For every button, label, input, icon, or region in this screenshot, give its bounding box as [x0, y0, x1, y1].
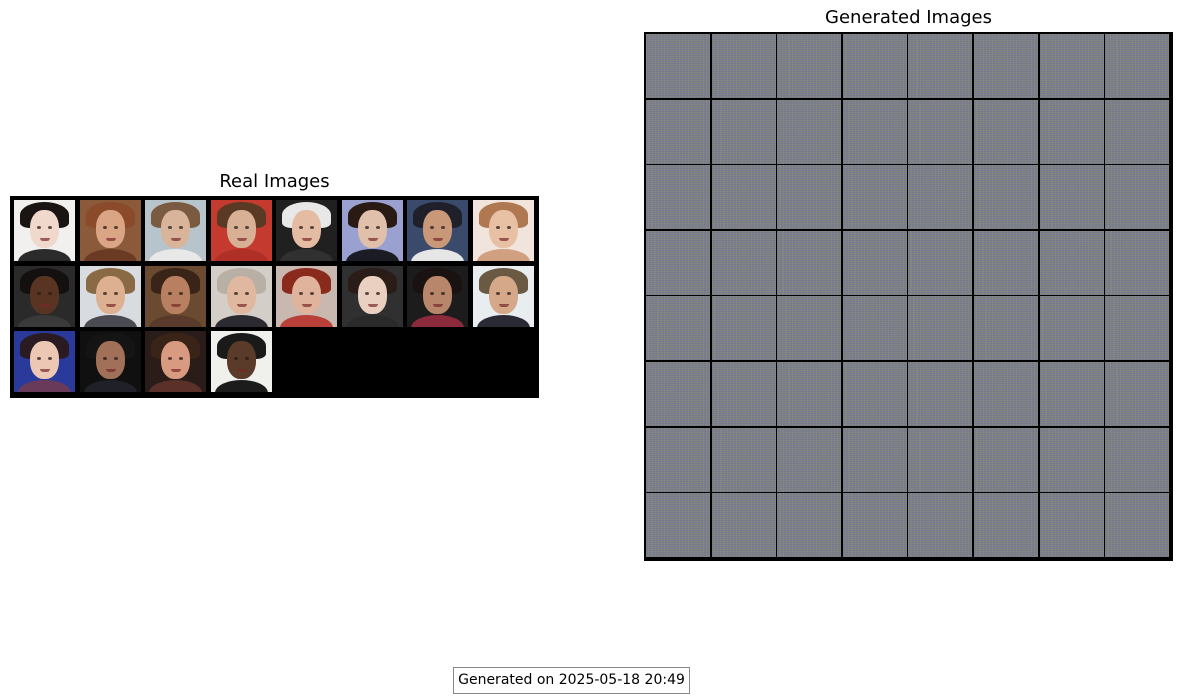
generated-noise-tile [908, 428, 972, 492]
generated-noise-tile [843, 362, 907, 426]
generated-noise-tile [646, 100, 710, 164]
generated-noise-tile [908, 165, 972, 229]
generated-noise-tile [1040, 100, 1104, 164]
generated-noise-tile [712, 34, 776, 98]
real-face-thumbnail [407, 200, 468, 261]
generated-images-title: Generated Images [825, 7, 992, 28]
real-face-thumbnail [14, 331, 75, 392]
generated-noise-tile [843, 231, 907, 295]
generated-noise-tile [908, 296, 972, 360]
generated-images-grid [644, 32, 1173, 561]
real-face-thumbnail [211, 200, 272, 261]
generated-noise-tile [843, 165, 907, 229]
generated-noise-tile [646, 231, 710, 295]
real-face-thumbnail [211, 266, 272, 327]
generated-noise-tile [974, 428, 1038, 492]
generated-noise-tile [777, 362, 841, 426]
generated-noise-tile [646, 493, 710, 557]
generated-noise-tile [712, 296, 776, 360]
real-face-thumbnail [145, 266, 206, 327]
generated-noise-tile [974, 34, 1038, 98]
generated-noise-tile [1105, 428, 1169, 492]
generated-noise-tile [1105, 100, 1169, 164]
real-face-thumbnail [342, 266, 403, 327]
generated-noise-tile [1040, 231, 1104, 295]
generated-noise-tile [843, 428, 907, 492]
generated-noise-tile [843, 34, 907, 98]
real-face-thumbnail [211, 331, 272, 392]
generated-noise-tile [974, 362, 1038, 426]
generated-noise-tile [777, 493, 841, 557]
generated-noise-tile [974, 493, 1038, 557]
generated-noise-tile [777, 165, 841, 229]
generated-noise-tile [974, 100, 1038, 164]
generated-noise-tile [646, 362, 710, 426]
generated-noise-tile [777, 296, 841, 360]
generated-noise-tile [646, 428, 710, 492]
generated-noise-tile [908, 100, 972, 164]
generated-noise-tile [1040, 493, 1104, 557]
generated-noise-tile [974, 165, 1038, 229]
generated-noise-tile [646, 165, 710, 229]
generated-noise-tile [712, 231, 776, 295]
generated-noise-tile [1105, 296, 1169, 360]
generated-noise-tile [712, 100, 776, 164]
real-face-thumbnail [145, 200, 206, 261]
real-face-thumbnail [80, 266, 141, 327]
generated-noise-tile [843, 493, 907, 557]
generated-noise-tile [712, 493, 776, 557]
generated-noise-tile [1105, 165, 1169, 229]
real-face-thumbnail [14, 266, 75, 327]
generated-noise-tile [974, 231, 1038, 295]
timestamp-caption: Generated on 2025-05-18 20:49 [453, 667, 690, 694]
generated-noise-tile [777, 100, 841, 164]
generated-noise-tile [1040, 34, 1104, 98]
real-face-thumbnail [80, 331, 141, 392]
generated-noise-tile [908, 493, 972, 557]
real-face-thumbnail [407, 266, 468, 327]
generated-noise-tile [1105, 362, 1169, 426]
real-face-thumbnail [473, 266, 534, 327]
generated-noise-tile [1040, 165, 1104, 229]
generated-noise-tile [646, 296, 710, 360]
real-face-thumbnail [276, 200, 337, 261]
real-images-title: Real Images [219, 171, 330, 192]
real-face-thumbnail [80, 200, 141, 261]
generated-noise-tile [777, 428, 841, 492]
generated-noise-tile [908, 362, 972, 426]
generated-noise-tile [1105, 493, 1169, 557]
generated-noise-tile [777, 34, 841, 98]
generated-noise-tile [843, 100, 907, 164]
real-face-thumbnail [14, 200, 75, 261]
real-face-thumbnail [342, 200, 403, 261]
generated-noise-tile [1040, 428, 1104, 492]
generated-noise-tile [974, 296, 1038, 360]
generated-noise-tile [843, 296, 907, 360]
generated-noise-tile [712, 165, 776, 229]
generated-noise-tile [646, 34, 710, 98]
real-face-thumbnail [276, 266, 337, 327]
generated-noise-tile [712, 428, 776, 492]
generated-noise-tile [908, 34, 972, 98]
generated-noise-tile [712, 362, 776, 426]
generated-noise-tile [1105, 231, 1169, 295]
real-face-thumbnail [145, 331, 206, 392]
generated-noise-tile [1040, 296, 1104, 360]
real-images-grid [10, 196, 539, 398]
generated-noise-tile [1040, 362, 1104, 426]
real-face-thumbnail [473, 200, 534, 261]
generated-noise-tile [777, 231, 841, 295]
generated-noise-tile [1105, 34, 1169, 98]
generated-noise-tile [908, 231, 972, 295]
